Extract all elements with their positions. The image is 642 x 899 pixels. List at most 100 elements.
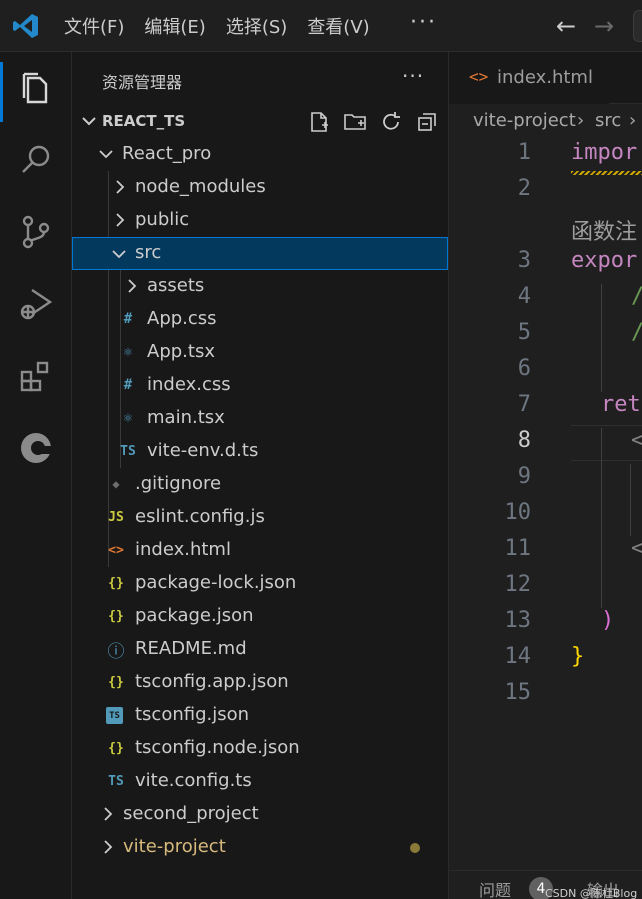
tree-item-label: App.css — [147, 308, 217, 329]
back-button[interactable]: ← — [556, 12, 576, 40]
chevron-right-icon — [104, 807, 113, 821]
new-file-button[interactable] — [306, 109, 332, 135]
editor-tabs: <> index.html — [449, 52, 642, 104]
json-file-icon: {} — [108, 575, 124, 591]
activity-remote[interactable] — [0, 412, 72, 484]
menu-bar: 文件(F) 编辑(E) 选择(S) 查看(V) — [54, 0, 380, 52]
line-number: 13 — [504, 608, 532, 633]
menu-file[interactable]: 文件(F) — [54, 13, 134, 39]
code-line-1[interactable]: impor — [571, 140, 637, 165]
chevron-down-icon — [82, 117, 96, 126]
menu-selection[interactable]: 选择(S) — [216, 13, 297, 39]
css-file-icon: # — [123, 377, 133, 393]
remote-icon — [21, 433, 54, 463]
activity-explorer[interactable] — [0, 52, 72, 124]
collapse-all-button[interactable] — [414, 109, 440, 135]
tree-item-label: vite-project — [123, 836, 226, 857]
line-number: 4 — [517, 284, 531, 309]
code-line-8[interactable]: < — [631, 428, 642, 453]
extensions-icon — [20, 361, 49, 392]
css-file-icon: # — [123, 311, 133, 327]
code-line-3[interactable]: expor — [571, 248, 637, 273]
refresh-button[interactable] — [378, 109, 404, 135]
source-control-icon — [22, 215, 50, 249]
explorer-icon — [22, 72, 48, 104]
breadcrumb: vite-project › src › — [449, 104, 642, 140]
tree-file-main-tsx[interactable]: ⚛ main.tsx — [72, 402, 448, 435]
tree-item-label: second_project — [123, 803, 259, 824]
code-line-7[interactable]: ret — [601, 392, 641, 417]
breadcrumb-item[interactable]: src — [595, 110, 621, 131]
tree-file-index-html[interactable]: <> index.html — [72, 534, 448, 567]
chevron-down-icon — [99, 150, 113, 159]
tree-folder-react-pro[interactable]: React_pro — [72, 138, 448, 171]
tree-item-label: vite.config.ts — [135, 770, 252, 791]
code-line-14[interactable]: } — [571, 644, 584, 669]
tab-index-html[interactable]: <> index.html — [449, 52, 609, 104]
line-number: 2 — [517, 176, 531, 201]
tree-item-label: index.css — [147, 374, 231, 395]
activity-run-debug[interactable] — [0, 268, 72, 340]
menu-view[interactable]: 查看(V) — [297, 13, 379, 39]
tree-file-tsconfig-app[interactable]: {} tsconfig.app.json — [72, 666, 448, 699]
git-file-icon: ◆ — [112, 477, 120, 491]
code-lens-hint[interactable]: 函数注 — [571, 214, 637, 246]
tree-file-tsconfig[interactable]: TS tsconfig.json — [72, 699, 448, 732]
sidebar-title: 资源管理器 — [102, 73, 183, 92]
menu-edit[interactable]: 编辑(E) — [134, 13, 215, 39]
tree-file-readme[interactable]: ⓘ README.md — [72, 633, 448, 666]
tree-file-tsconfig-node[interactable]: {} tsconfig.node.json — [72, 732, 448, 765]
tree-file-app-css[interactable]: # App.css — [72, 303, 448, 336]
menu-more-button[interactable]: ··· — [410, 10, 437, 35]
code-line-5[interactable]: / — [631, 320, 642, 345]
activity-search[interactable] — [0, 124, 72, 196]
new-folder-button[interactable] — [342, 109, 368, 135]
tree-file-gitignore[interactable]: ◆ .gitignore — [72, 468, 448, 501]
tree-folder-node-modules[interactable]: node_modules — [72, 171, 448, 204]
tree-folder-second-project[interactable]: second_project — [72, 798, 448, 831]
new-file-icon — [311, 112, 328, 132]
info-file-icon: ⓘ — [107, 641, 125, 662]
activity-extensions[interactable] — [0, 340, 72, 412]
tree-file-app-tsx[interactable]: ⚛ App.tsx — [72, 336, 448, 369]
line-number: 1 — [517, 140, 531, 165]
tree-file-index-css[interactable]: # index.css — [72, 369, 448, 402]
tree-folder-assets[interactable]: assets — [72, 270, 448, 303]
line-number: 10 — [504, 500, 532, 525]
workspace-root[interactable]: REACT_TS — [72, 105, 448, 138]
collapse-all-icon — [418, 113, 436, 131]
tree-item-label: tsconfig.json — [135, 704, 250, 725]
line-number: 7 — [517, 392, 531, 417]
tree-item-label: tsconfig.node.json — [135, 737, 300, 758]
panel-bar: 问题 4 输出 CSDN @陈杜Blog — [449, 870, 642, 899]
code-line-13[interactable]: ) — [601, 608, 614, 633]
tree-file-eslint-config[interactable]: JS eslint.config.js — [72, 501, 448, 534]
tree-item-label: package.json — [135, 605, 254, 626]
tsconfig-file-icon: TS — [106, 707, 123, 724]
tab-label: index.html — [497, 67, 593, 88]
workspace-root-label: REACT_TS — [102, 112, 186, 130]
react-file-icon: ⚛ — [123, 410, 133, 426]
tree-file-package-json[interactable]: {} package.json — [72, 600, 448, 633]
tree-item-label: assets — [147, 275, 205, 296]
command-center[interactable] — [633, 10, 642, 42]
indent-guide — [601, 284, 602, 392]
tree-item-label: src — [135, 242, 162, 263]
watermark: CSDN @陈杜Blog — [545, 887, 638, 899]
panel-tab-problems[interactable]: 问题 — [479, 877, 511, 899]
forward-button[interactable]: → — [594, 12, 614, 40]
tree-folder-vite-project[interactable]: vite-project — [72, 831, 448, 864]
sidebar-more-button[interactable]: ··· — [402, 64, 424, 88]
html-file-icon: <> — [469, 67, 489, 86]
tree-item-label: node_modules — [135, 176, 266, 197]
activity-source-control[interactable] — [0, 196, 72, 268]
tree-file-vite-env[interactable]: TS vite-env.d.ts — [72, 435, 448, 468]
vscode-logo-icon — [13, 14, 38, 38]
tree-folder-public[interactable]: public — [72, 204, 448, 237]
tree-folder-src[interactable]: src — [72, 237, 448, 270]
code-line-4[interactable]: / — [631, 284, 642, 309]
code-line-11[interactable]: < — [631, 536, 642, 561]
tree-file-vite-config[interactable]: TS vite.config.ts — [72, 765, 448, 798]
breadcrumb-item[interactable]: vite-project — [473, 110, 576, 131]
tree-file-package-lock[interactable]: {} package-lock.json — [72, 567, 448, 600]
